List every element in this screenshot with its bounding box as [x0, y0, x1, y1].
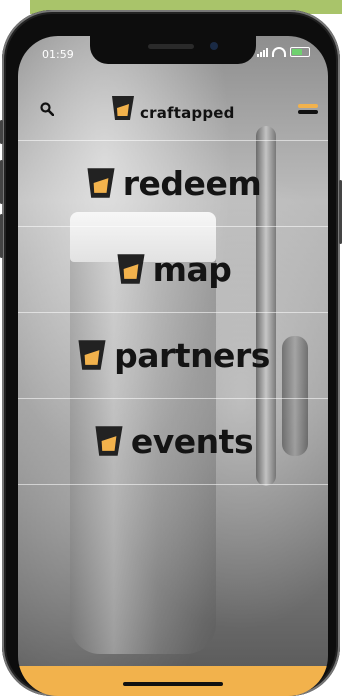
menu-item-label: map: [152, 249, 232, 289]
menu-item-partners[interactable]: partners: [18, 312, 328, 398]
beer-cup-icon: [76, 337, 108, 373]
beer-cup-logo-icon: [110, 94, 136, 122]
search-icon[interactable]: [40, 102, 54, 116]
hamburger-menu-icon[interactable]: [298, 104, 318, 118]
power-button: [339, 180, 342, 244]
menu-item-map[interactable]: map: [18, 226, 328, 312]
menu-item-label: partners: [114, 335, 270, 375]
battery-icon: [290, 47, 310, 57]
mute-switch: [0, 120, 3, 144]
home-indicator[interactable]: [123, 682, 223, 686]
notch: [90, 36, 256, 64]
front-camera: [210, 42, 218, 50]
menu-item-redeem[interactable]: redeem: [18, 140, 328, 226]
brand-name: craftapped: [140, 104, 235, 122]
app-screen: 01:59 craftapped redeem map partners eve…: [18, 36, 328, 696]
phone-frame: 01:59 craftapped redeem map partners eve…: [0, 10, 342, 696]
menu-item-events[interactable]: events: [18, 398, 328, 484]
beer-cup-icon: [85, 165, 117, 201]
menu-divider: [18, 484, 328, 485]
bottom-accent-bar: [18, 666, 328, 696]
signal-icon: [257, 47, 268, 57]
menu-item-label: events: [130, 421, 254, 461]
status-icons: [257, 47, 310, 57]
volume-down-button: [0, 214, 3, 258]
app-header: craftapped: [18, 88, 328, 140]
menu-item-label: redeem: [122, 163, 262, 203]
beer-cup-icon: [93, 423, 125, 459]
brand-logo[interactable]: craftapped: [110, 94, 235, 122]
speaker-grille: [148, 44, 194, 49]
status-time: 01:59: [42, 48, 74, 61]
beer-cup-icon: [115, 251, 147, 287]
wifi-icon: [272, 47, 286, 57]
volume-up-button: [0, 160, 3, 204]
